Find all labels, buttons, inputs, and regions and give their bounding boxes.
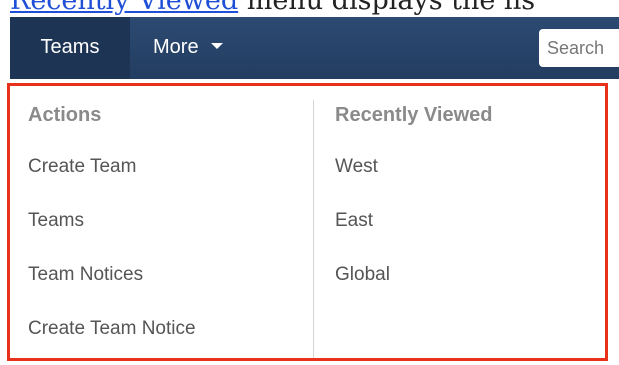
menu-item-create-team-notice[interactable]: Create Team Notice xyxy=(10,302,312,356)
doc-text: menu displays the lis xyxy=(238,0,536,16)
recently-viewed-heading: Recently Viewed xyxy=(335,104,493,126)
actions-heading: Actions xyxy=(28,104,102,126)
tab-more-label: More xyxy=(153,36,199,58)
recently-viewed-list: West East Global xyxy=(316,140,605,302)
recent-item-west[interactable]: West xyxy=(316,140,605,194)
top-navbar: Teams More xyxy=(10,17,619,79)
menu-item-team-notices[interactable]: Team Notices xyxy=(10,248,312,302)
search-input[interactable] xyxy=(539,29,619,67)
doc-text-line: Recently Viewed menu displays the lis xyxy=(10,0,535,16)
teams-dropdown-menu: Actions Create Team Teams Team Notices C… xyxy=(7,83,608,361)
recently-viewed-column: Recently Viewed West East Global xyxy=(316,86,605,358)
actions-column: Actions Create Team Teams Team Notices C… xyxy=(10,86,312,358)
actions-list: Create Team Teams Team Notices Create Te… xyxy=(10,140,312,356)
tab-teams[interactable]: Teams xyxy=(10,17,130,79)
recent-item-global[interactable]: Global xyxy=(316,248,605,302)
column-divider xyxy=(313,100,314,358)
menu-item-create-team[interactable]: Create Team xyxy=(10,140,312,194)
recently-viewed-doc-link[interactable]: Recently Viewed xyxy=(10,0,238,16)
tab-more[interactable]: More xyxy=(153,17,263,79)
search-box[interactable] xyxy=(539,29,619,67)
recent-item-east[interactable]: East xyxy=(316,194,605,248)
tab-teams-label: Teams xyxy=(40,36,100,58)
menu-item-teams[interactable]: Teams xyxy=(10,194,312,248)
caret-down-icon xyxy=(210,42,223,49)
